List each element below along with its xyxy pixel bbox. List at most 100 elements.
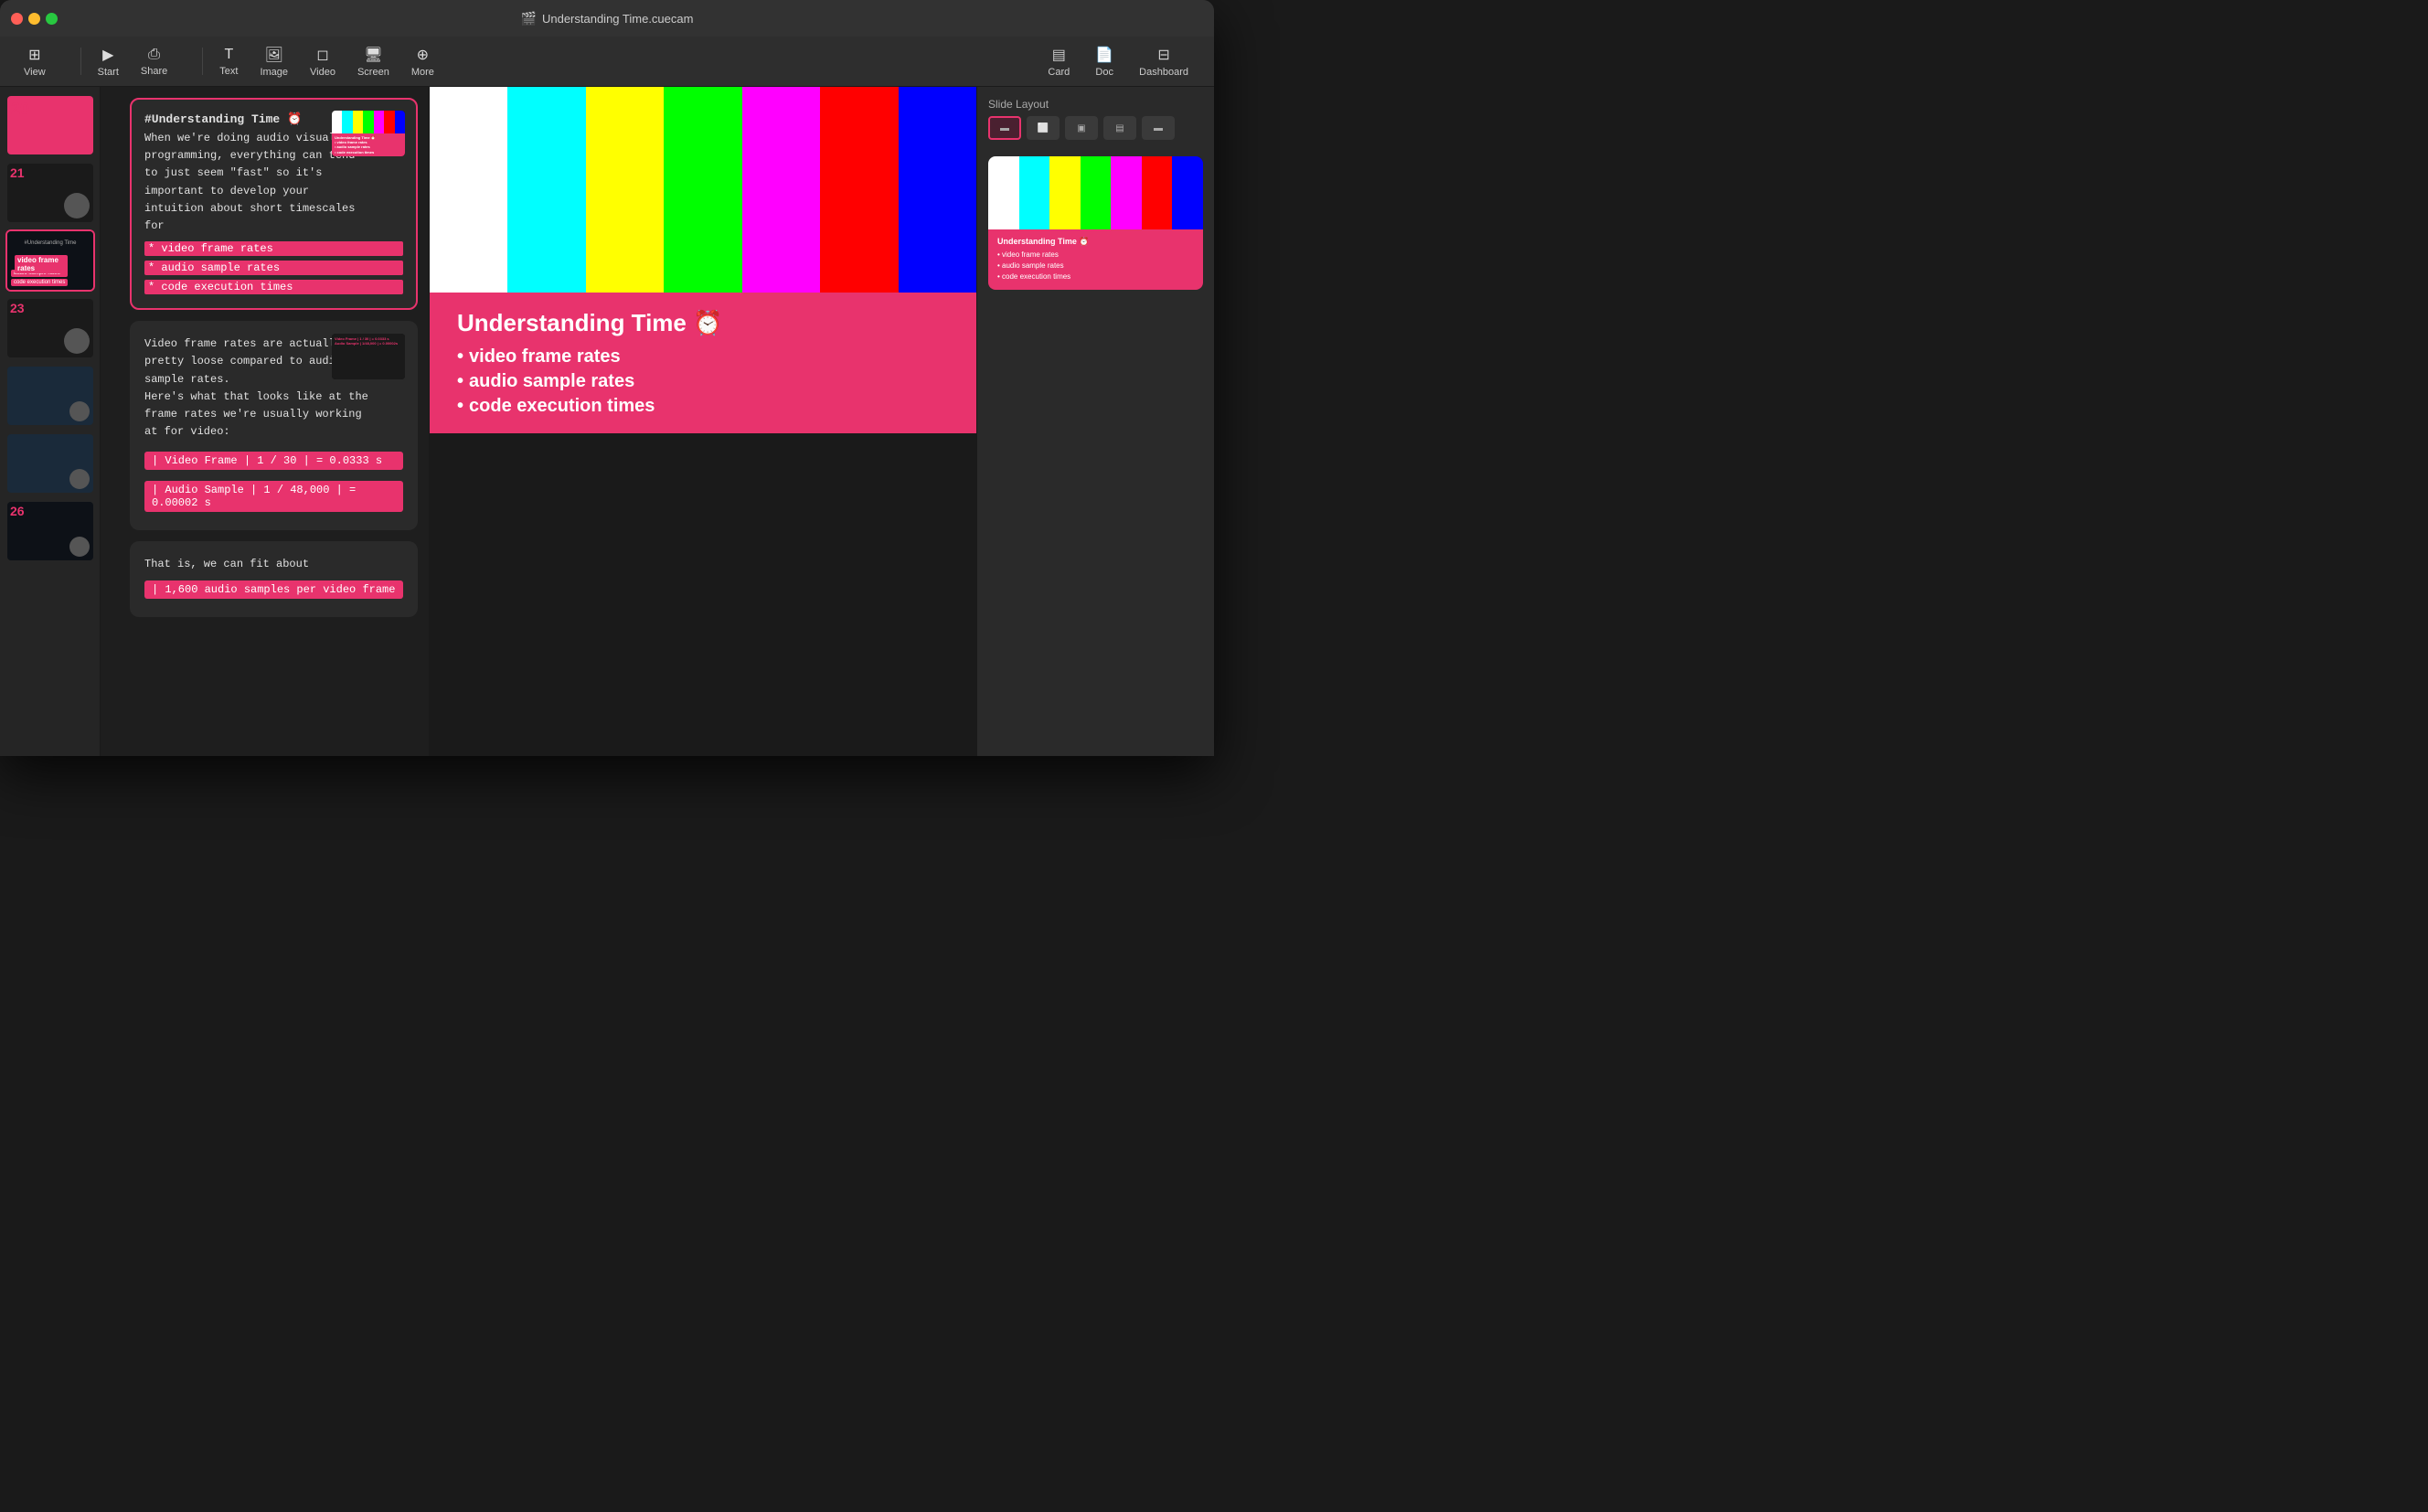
slide-thumb-inner-23: 23 <box>7 299 93 357</box>
video-icon: ◻ <box>316 46 328 64</box>
slide-preview-1: Understanding Time ⏰• video frame rates•… <box>332 111 405 156</box>
slide-thumb-23[interactable]: 23 <box>5 297 95 359</box>
preview-caption-1: Understanding Time ⏰• video frame rates•… <box>332 133 405 156</box>
image-label: Image <box>260 67 288 78</box>
start-button[interactable]: ▶ Start <box>89 42 128 81</box>
view-button[interactable]: ⊞ View <box>15 42 55 81</box>
slide-caption-title: Understanding Time ⏰ <box>457 309 949 337</box>
text-button[interactable]: T Text <box>210 43 247 80</box>
slide-person-23 <box>64 328 90 354</box>
slide-thumb-inner-25 <box>7 434 93 493</box>
badge-3: code execution times <box>11 279 68 286</box>
slide-thumb-inner-26: 26 <box>7 502 93 560</box>
share-button[interactable]: ⎙ Share <box>132 43 176 80</box>
slide-thumb-21[interactable]: 21 <box>5 162 95 224</box>
table-row-3a: | 1,600 audio samples per video frame <box>144 580 403 599</box>
caption-bullet-2: audio sample rates <box>457 371 949 392</box>
doc-button[interactable]: 📄 Doc <box>1084 42 1124 81</box>
title-icon: 🎬 <box>521 11 537 27</box>
card-button[interactable]: ▤ Card <box>1037 42 1081 81</box>
slide-thumb-22[interactable]: #Understanding Time video frame rates au… <box>5 229 95 292</box>
layout-opt-2[interactable]: ⬜ <box>1027 116 1060 140</box>
view-group: ⊞ View <box>15 42 55 81</box>
preview-bars-1 <box>332 111 405 133</box>
layout-opt-3[interactable]: ▣ <box>1065 116 1098 140</box>
layout-icon-1: ▬ <box>1000 123 1009 133</box>
slide-thumb-24[interactable] <box>5 365 95 427</box>
preview-content-2: Video Frame | 1 / 30 | = 0.0333 sAudio S… <box>332 334 405 379</box>
dashboard-label: Dashboard <box>1139 67 1188 78</box>
doc-icon: 📄 <box>1095 46 1113 64</box>
highlight-1a: * video frame rates <box>144 241 403 256</box>
slide-preview-text-22: #Understanding Time <box>7 239 93 249</box>
separator-2 <box>202 48 203 75</box>
slide-sidebar: 20 21 #Understanding Time video frame ra… <box>0 87 101 756</box>
right-panel: Slide Layout ▬ ⬜ ▣ ▤ ▬ <box>976 87 1214 756</box>
slide-person-24 <box>69 401 90 421</box>
slide-num-21: 21 <box>10 165 25 180</box>
script-text-3: That is, we can fit about <box>144 556 403 573</box>
dashboard-button[interactable]: ⊟ Dashboard <box>1128 42 1199 81</box>
script-table-3: | 1,600 audio samples per video frame <box>144 580 403 599</box>
minimize-button[interactable] <box>28 13 40 25</box>
screen-button[interactable]: 🖥 Screen <box>348 42 399 81</box>
card-label: Card <box>1048 67 1070 78</box>
slide-caption-bullets: video frame rates audio sample rates cod… <box>457 346 949 417</box>
more-label: More <box>411 67 434 78</box>
slide-thumb-26[interactable]: 26 <box>5 500 95 562</box>
table-row-2b: | Audio Sample | 1 / 48,000 | = 0.00002 … <box>144 481 403 512</box>
slide-thumb-inner-24 <box>7 367 93 425</box>
color-bar-cyan <box>507 87 585 293</box>
more-icon: ⊕ <box>417 46 429 64</box>
close-button[interactable] <box>11 13 23 25</box>
script-card-1[interactable]: Understanding Time ⏰• video frame rates•… <box>130 98 418 310</box>
slide-thumb-20[interactable]: 20 <box>5 94 95 156</box>
script-card-3[interactable]: That is, we can fit about | 1,600 audio … <box>130 541 418 617</box>
main-area: 20 21 #Understanding Time video frame ra… <box>0 87 1214 756</box>
script-card-2[interactable]: Video Frame | 1 / 30 | = 0.0333 sAudio S… <box>130 321 418 530</box>
view-icon: ⊞ <box>28 46 40 64</box>
slide-person-26 <box>69 537 90 557</box>
empty-preview <box>430 433 976 756</box>
script-highlights-1: * video frame rates * audio sample rates… <box>144 240 403 295</box>
start-label: Start <box>98 67 119 78</box>
layout-icon-4: ▤ <box>1115 123 1123 133</box>
layout-opt-1[interactable]: ▬ <box>988 116 1021 140</box>
right-preview-title: Understanding Time ⏰ <box>997 237 1194 247</box>
layout-options: ▬ ⬜ ▣ ▤ ▬ <box>988 116 1203 140</box>
script-card-wrapper-3: 3 That is, we can fit about | 1,600 audi… <box>112 541 418 617</box>
slide-preview-2: Video Frame | 1 / 30 | = 0.0333 sAudio S… <box>332 334 405 379</box>
caption-bullet-1: video frame rates <box>457 346 949 367</box>
text-icon: T <box>224 47 233 63</box>
slide-thumb-inner-22: #Understanding Time video frame rates au… <box>7 231 93 290</box>
slide-preview-text-20 <box>7 107 93 111</box>
slide-thumb-25[interactable] <box>5 432 95 495</box>
window-title-area: 🎬 Understanding Time.cuecam <box>521 11 694 27</box>
slide-num-26: 26 <box>10 504 25 518</box>
table-row-2a: | Video Frame | 1 / 30 | = 0.0333 s <box>144 452 403 470</box>
slide-caption: Understanding Time ⏰ video frame rates a… <box>430 293 976 433</box>
right-preview-bullets: • video frame rates• audio sample rates•… <box>997 250 1194 282</box>
screen-icon: 🖥 <box>364 46 382 64</box>
card-icon: ▤ <box>1052 46 1066 64</box>
script-card-wrapper-1: 1 <box>112 98 418 310</box>
app-window: 🎬 Understanding Time.cuecam ⊞ View ▶ Sta… <box>0 0 1214 756</box>
video-button[interactable]: ◻ Video <box>301 42 345 81</box>
script-panel: 1 <box>101 87 430 756</box>
slide-person-25 <box>69 469 90 489</box>
image-button[interactable]: 🖼 Image <box>250 42 297 81</box>
layout-opt-4[interactable]: ▤ <box>1103 116 1136 140</box>
right-preview-caption: Understanding Time ⏰ • video frame rates… <box>988 229 1203 290</box>
preview-text-2: Video Frame | 1 / 30 | = 0.0333 sAudio S… <box>335 336 402 346</box>
preview-area: Understanding Time ⏰ video frame rates a… <box>430 87 976 756</box>
color-bar-magenta <box>742 87 820 293</box>
badge-1: video frame rates <box>15 255 68 273</box>
layout-icon-5: ▬ <box>1154 123 1163 133</box>
layout-icon-2: ⬜ <box>1038 123 1049 133</box>
slide-thumb-inner-20: 20 <box>7 96 93 154</box>
more-button[interactable]: ⊕ More <box>402 42 443 81</box>
maximize-button[interactable] <box>46 13 58 25</box>
layout-opt-5[interactable]: ▬ <box>1142 116 1175 140</box>
screen-label: Screen <box>357 67 389 78</box>
color-bar-blue <box>899 87 976 293</box>
